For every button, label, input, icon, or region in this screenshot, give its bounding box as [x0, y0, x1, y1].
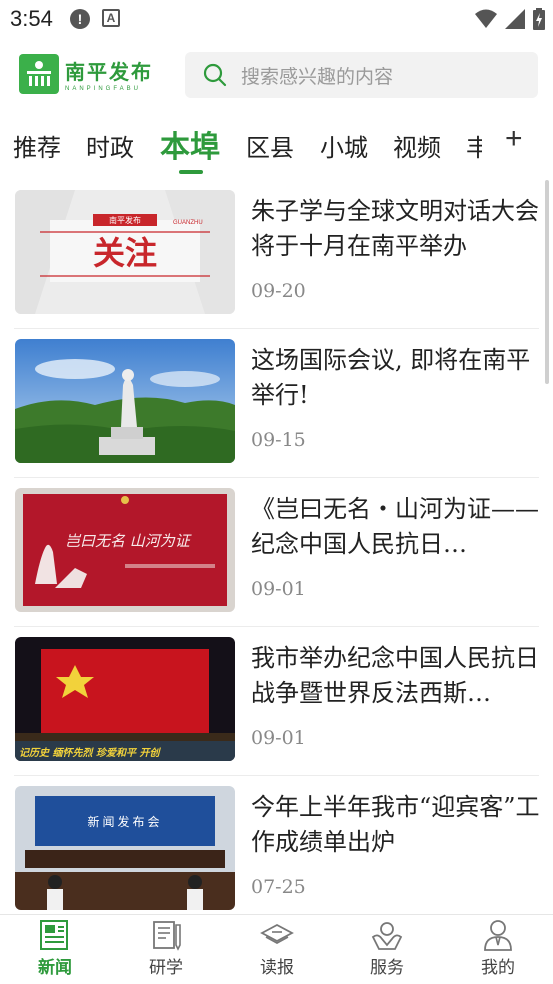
a-notification-icon: A [102, 9, 120, 27]
news-title: 朱子学与全球文明对话大会将于十月在南平举办 [251, 197, 539, 260]
tab-more-partial[interactable]: 丰 [466, 128, 482, 163]
news-list: 南平发布 关注 GUANZHU 朱子学与全球文明对话大会将于十月在南平举办 09… [0, 180, 553, 914]
news-thumbnail: 岂曰无名 山河为证 [15, 488, 235, 612]
user-icon [484, 920, 512, 951]
news-title: 这场国际会议, 即将在南平举行! [251, 346, 531, 409]
thumb-main-text: 关注 [93, 234, 157, 272]
active-tab-indicator [179, 170, 203, 174]
read-paper-icon [260, 923, 294, 945]
nav-label: 读报 [260, 958, 294, 978]
category-tabs: 推荐 时政 本埠 区县 小城 视频 丰 + [0, 120, 553, 176]
news-date: 09-01 [251, 578, 306, 600]
news-title: 我市举办纪念中国人民抗日战争暨世界反法西斯… [251, 644, 539, 707]
status-right-icons [475, 8, 545, 30]
news-item[interactable]: 新闻发布会 今年上半年我市“迎宾客”工作成绩单出炉 07-25 [0, 776, 553, 914]
alert-circle-icon: ! [70, 9, 90, 29]
logo-title: 南平发布 [65, 60, 153, 84]
tab-local[interactable]: 本埠 [160, 122, 220, 166]
news-title: 今年上半年我市“迎宾客”工作成绩单出炉 [251, 793, 540, 856]
newspaper-icon [40, 920, 68, 950]
nav-label: 我的 [481, 958, 515, 978]
news-date: 09-01 [251, 727, 306, 749]
news-thumbnail: 新闻发布会 [15, 786, 235, 910]
tab-recommend[interactable]: 推荐 [13, 128, 61, 163]
header: 南平发布 NANPINGFABU 搜索感兴趣的内容 [0, 50, 553, 102]
wifi-icon [475, 9, 497, 28]
nav-news[interactable]: 新闻 [15, 919, 95, 978]
logo-mark-icon [19, 54, 59, 94]
tab-districts[interactable]: 区县 [246, 128, 294, 163]
news-date: 09-20 [251, 280, 306, 302]
tab-video[interactable]: 视频 [393, 128, 441, 163]
news-thumbnail [15, 339, 235, 463]
search-placeholder: 搜索感兴趣的内容 [241, 65, 394, 88]
nav-mine[interactable]: 我的 [458, 919, 538, 978]
news-item[interactable]: 这场国际会议, 即将在南平举行! 09-15 [0, 329, 553, 478]
news-item[interactable]: 南平发布 关注 GUANZHU 朱子学与全球文明对话大会将于十月在南平举办 09… [0, 180, 553, 329]
status-left-icons: ! A [70, 9, 120, 29]
logo-subtitle: NANPINGFABU [65, 86, 142, 92]
nav-label: 新闻 [38, 958, 72, 978]
search-input[interactable]: 搜索感兴趣的内容 [185, 52, 538, 98]
thumb-side-text: GUANZHU [173, 220, 203, 226]
bottom-nav: 新闻 研学 读报 服务 我的 [0, 914, 553, 984]
news-date: 07-25 [251, 876, 306, 898]
news-date: 09-15 [251, 429, 306, 451]
search-icon [203, 63, 227, 87]
news-item[interactable]: 记历史 缅怀先烈 珍爱和平 开创 我市举办纪念中国人民抗日战争暨世界反法西斯… … [0, 627, 553, 776]
thumb-board-text: 新闻发布会 [87, 814, 162, 829]
study-notes-icon [153, 921, 181, 951]
thumb-slogan-text: 岂曰无名 山河为证 [65, 532, 192, 550]
thumb-banner-text: 记历史 缅怀先烈 珍爱和平 开创 [19, 747, 161, 759]
news-item[interactable]: 岂曰无名 山河为证 《岂曰无名・山河为证——纪念中国人民抗日… 09-01 [0, 478, 553, 627]
tab-small-town[interactable]: 小城 [320, 128, 368, 163]
nav-service[interactable]: 服务 [347, 919, 427, 978]
scrollbar[interactable] [545, 180, 549, 384]
thumb-badge-text: 南平发布 [109, 215, 141, 225]
status-bar: 3:54 ! A [0, 0, 553, 38]
nav-label: 服务 [370, 958, 404, 978]
add-tab-button[interactable]: + [505, 122, 523, 156]
battery-charging-icon [533, 8, 545, 30]
tab-politics[interactable]: 时政 [86, 128, 134, 163]
nav-label: 研学 [149, 958, 183, 978]
service-hands-icon [371, 922, 403, 950]
app-logo: 南平发布 NANPINGFABU [19, 54, 153, 94]
nav-study[interactable]: 研学 [126, 919, 206, 978]
nav-read-paper[interactable]: 读报 [237, 919, 317, 978]
news-thumbnail: 记历史 缅怀先烈 珍爱和平 开创 [15, 637, 235, 761]
news-title: 《岂曰无名・山河为证——纪念中国人民抗日… [251, 495, 539, 558]
status-time: 3:54 [10, 6, 53, 31]
signal-icon [505, 9, 525, 29]
news-thumbnail: 南平发布 关注 GUANZHU [15, 190, 235, 314]
